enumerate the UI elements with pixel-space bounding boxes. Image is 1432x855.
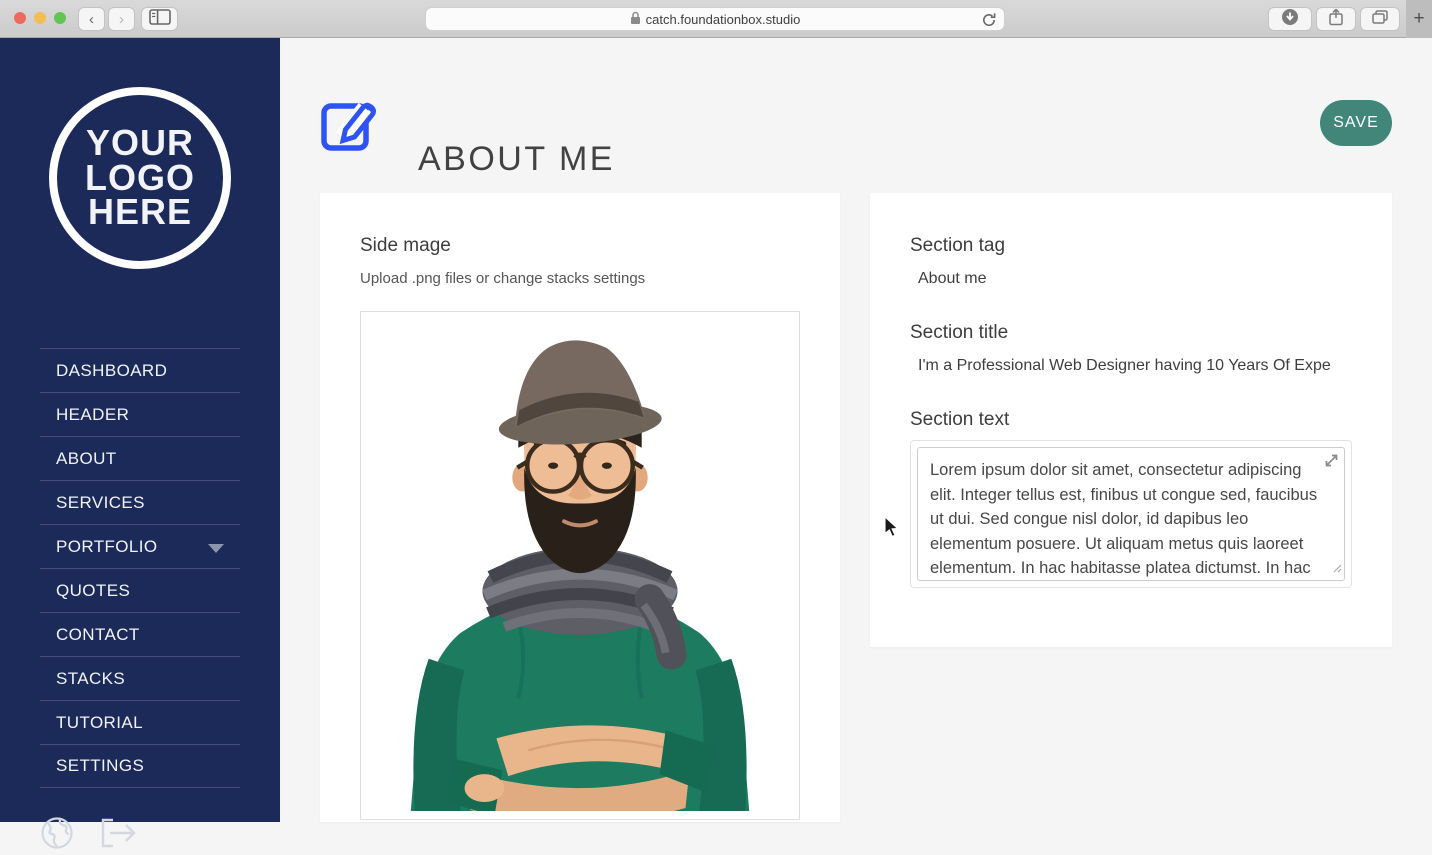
tab-overview-button[interactable] [1360,7,1400,31]
section-text-textarea[interactable]: Lorem ipsum dolor sit amet, consectetur … [917,447,1345,581]
sidebar-item-label: CONTACT [56,625,140,645]
resize-handle[interactable] [1333,560,1342,578]
expand-icon[interactable] [1324,453,1339,473]
main-content: ABOUT ME SAVE Side mage Upload .png file… [280,38,1432,848]
section-title-label: Section title [910,322,1008,343]
minimize-window-button[interactable] [34,12,46,24]
section-title-input[interactable] [918,357,1378,375]
sidebar-item-label: TUTORIAL [56,713,143,733]
browser-forward-button[interactable]: › [108,7,135,31]
sidebar-item-quotes[interactable]: QUOTES [40,568,240,612]
sidebar-item-settings[interactable]: SETTINGS [40,744,240,788]
section-card: Section tag Section title Section text L… [870,193,1392,647]
zoom-window-button[interactable] [54,12,66,24]
save-button[interactable]: SAVE [1320,100,1392,146]
url-text: catch.foundationbox.studio [646,12,801,27]
sidebar-item-label: SERVICES [56,493,145,513]
section-text-container: Lorem ipsum dolor sit amet, consectetur … [910,440,1352,588]
sidebar-item-about[interactable]: ABOUT [40,436,240,480]
new-tab-button[interactable]: + [1406,0,1432,38]
downloads-button[interactable] [1268,7,1312,31]
sidebar-item-label: STACKS [56,669,125,689]
side-image-title: Side mage [360,235,840,257]
section-tag-label: Section tag [910,235,1005,256]
page-title: ABOUT ME [418,140,615,179]
logo-line: HERE [88,195,192,230]
close-window-button[interactable] [14,12,26,24]
section-tag-input[interactable] [918,270,1378,288]
browser-chrome: ‹ › catch.foundationbox.studio + [0,0,1432,38]
sidebar-footer [40,816,138,855]
download-icon [1281,8,1299,31]
sidebar-item-label: QUOTES [56,581,130,601]
logo: YOUR LOGO HERE [49,87,231,269]
browser-sidebar-toggle-button[interactable] [141,7,178,31]
logo-line: YOUR [86,126,194,161]
sidebar-toggle-icon [149,9,171,30]
sidebar-item-stacks[interactable]: STACKS [40,656,240,700]
browser-back-button[interactable]: ‹ [78,7,105,31]
sidebar: YOUR LOGO HERE DASHBOARD HEADER ABOUT SERVI… [0,38,280,822]
lock-icon [630,11,641,28]
sidebar-item-label: PORTFOLIO [56,537,158,557]
side-image-card: Side mage Upload .png files or change st… [320,193,840,822]
logo-line: LOGO [85,161,195,196]
sidebar-nav: DASHBOARD HEADER ABOUT SERVICES PORTFOLIO QUO… [40,348,240,788]
globe-icon[interactable] [40,816,74,855]
sidebar-item-dashboard[interactable]: DASHBOARD [40,348,240,392]
sidebar-item-services[interactable]: SERVICES [40,480,240,524]
sidebar-item-label: HEADER [56,405,129,425]
share-button[interactable] [1316,7,1356,31]
section-text-label: Section text [910,409,1009,430]
side-image-subtitle: Upload .png files or change stacks setti… [360,270,840,287]
share-icon [1328,8,1344,31]
portrait-photo [369,320,791,811]
sidebar-item-label: SETTINGS [56,756,144,776]
edit-page-icon [320,95,380,158]
tabs-icon [1371,9,1389,30]
chevron-down-icon[interactable] [208,544,224,553]
sidebar-item-header[interactable]: HEADER [40,392,240,436]
side-image-upload-area[interactable] [360,311,800,820]
sidebar-item-label: DASHBOARD [56,361,167,381]
reload-icon[interactable] [981,12,997,31]
address-bar[interactable]: catch.foundationbox.studio [425,7,1005,31]
sidebar-item-portfolio[interactable]: PORTFOLIO [40,524,240,568]
sidebar-item-tutorial[interactable]: TUTORIAL [40,700,240,744]
sidebar-item-contact[interactable]: CONTACT [40,612,240,656]
sidebar-item-label: ABOUT [56,449,117,469]
